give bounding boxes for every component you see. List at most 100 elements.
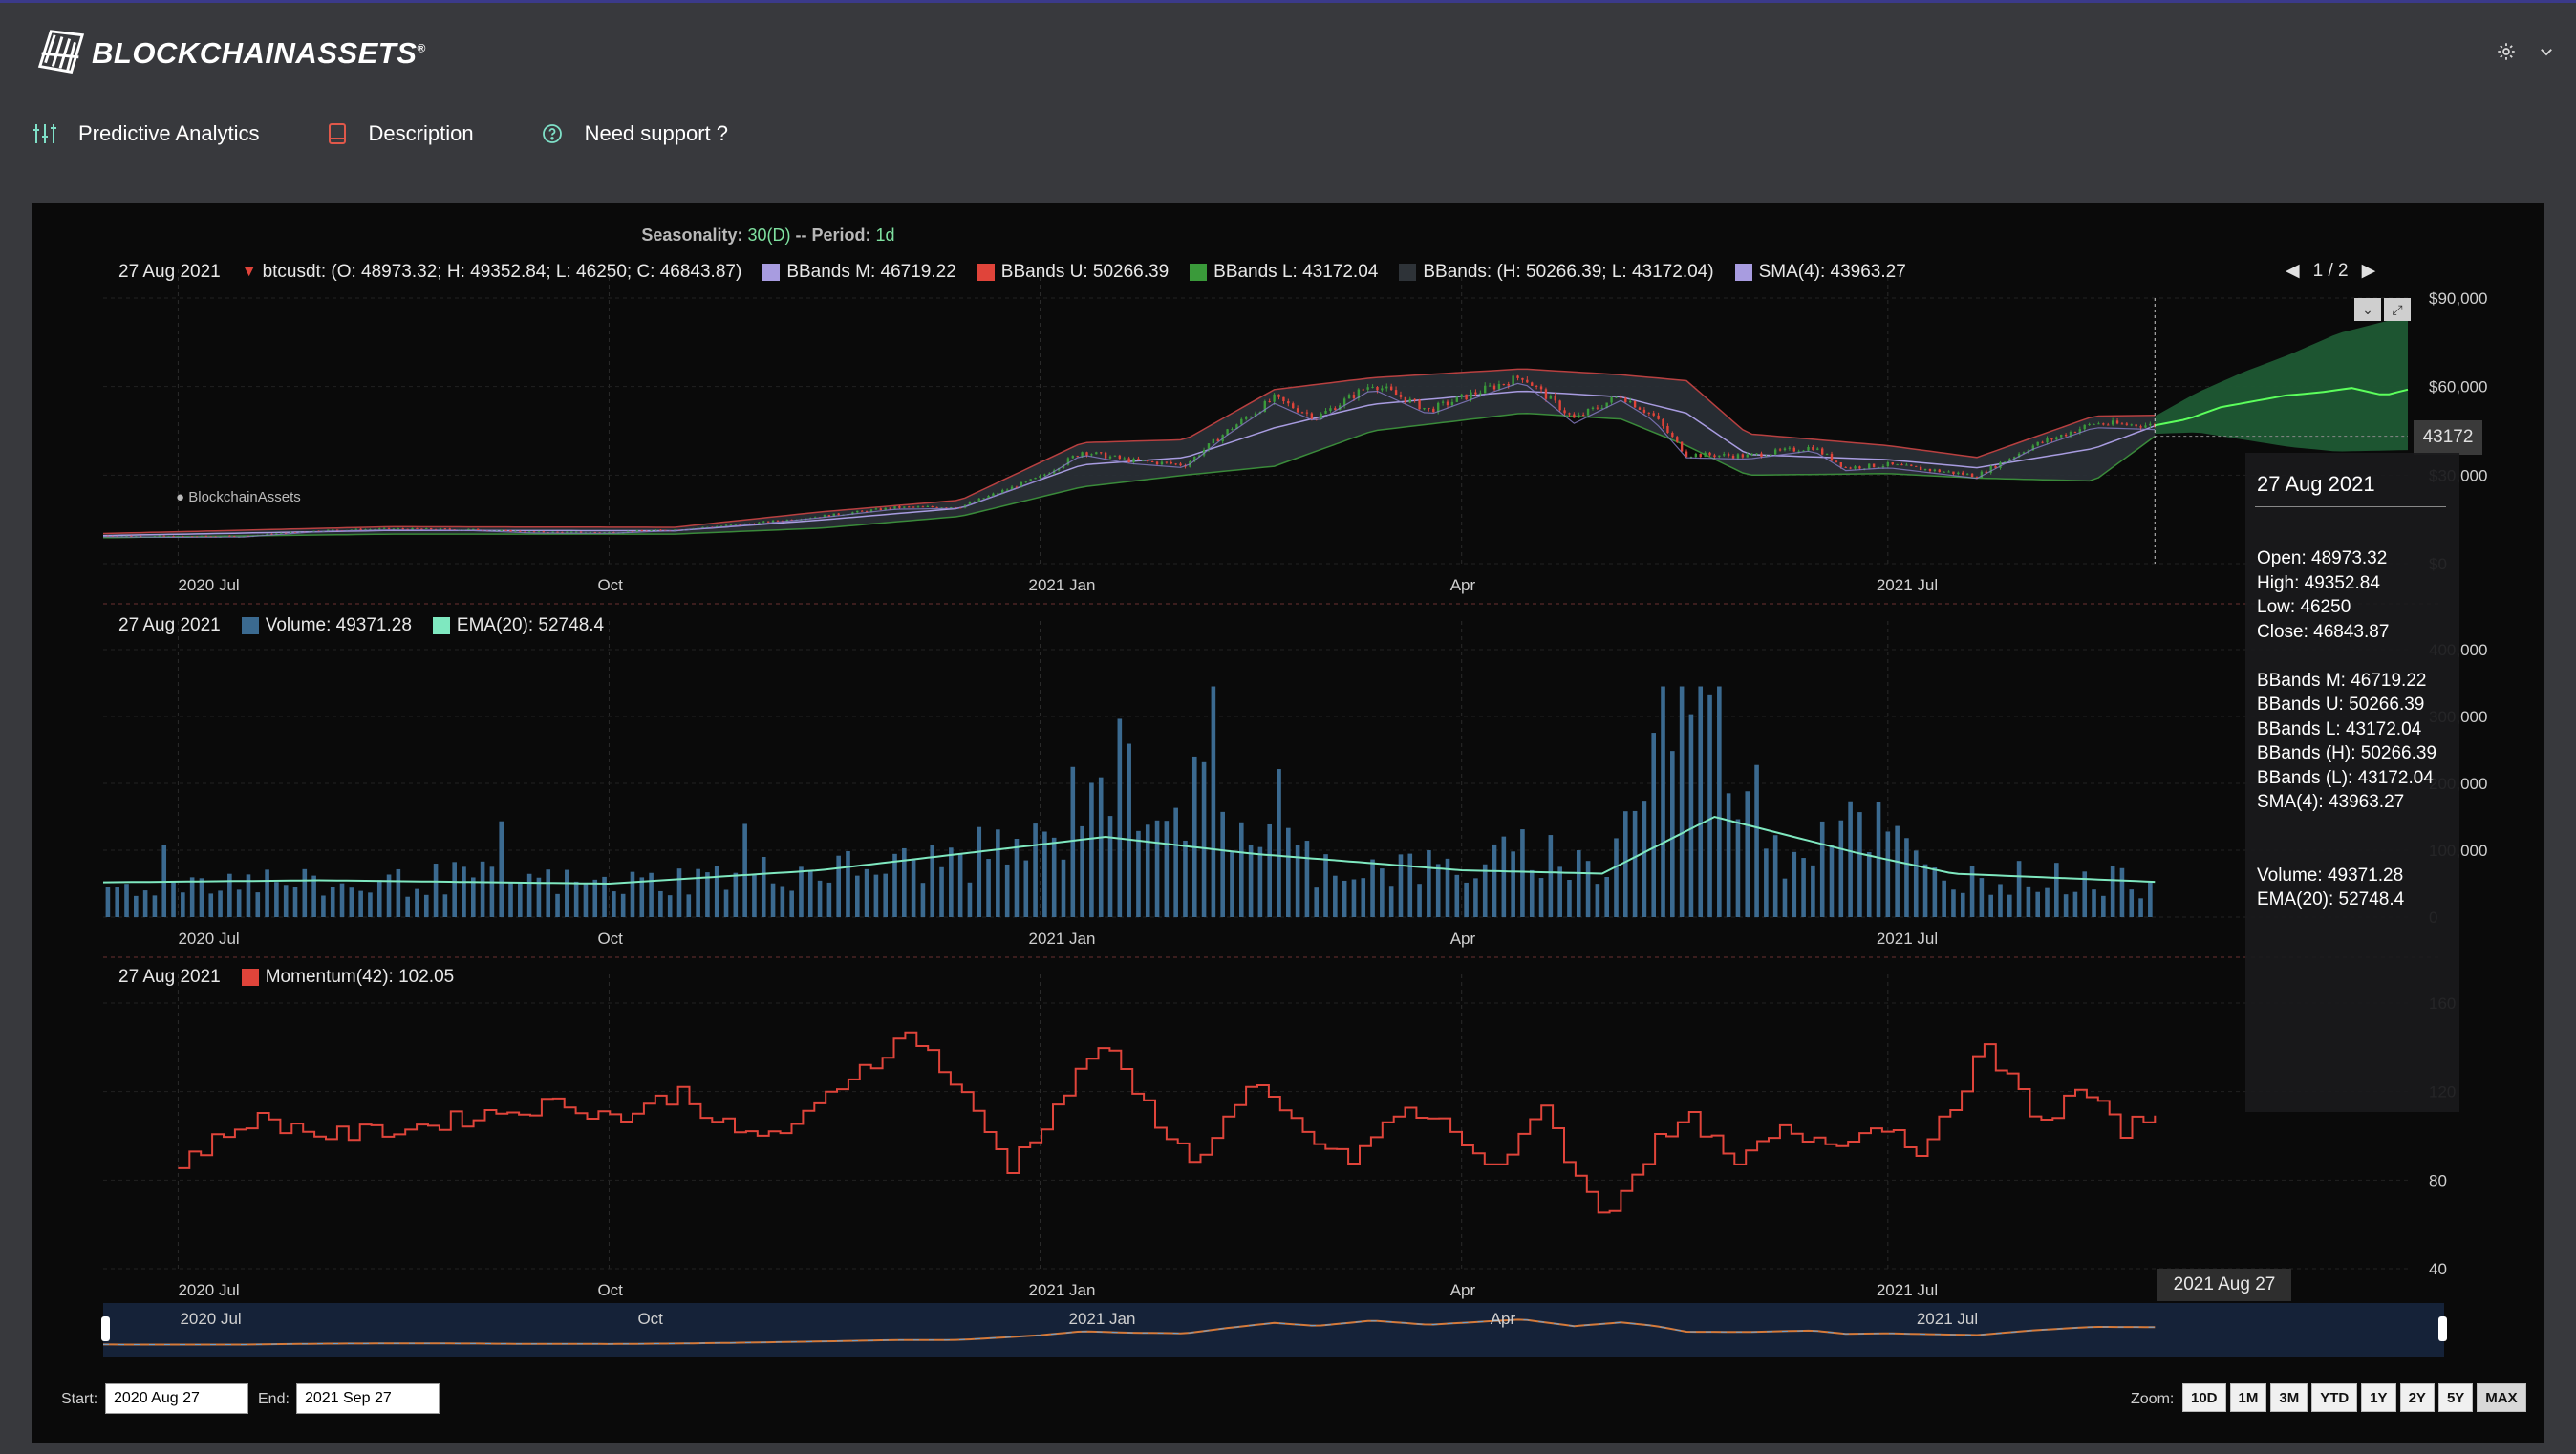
volume-bar bbox=[423, 894, 429, 917]
tooltip-line: EMA(20): 52748.4 bbox=[2257, 889, 2405, 909]
candle-body bbox=[1657, 415, 1660, 419]
candle-body bbox=[1282, 396, 1285, 402]
volume-bar bbox=[939, 866, 944, 917]
candle-body bbox=[1423, 407, 1426, 410]
zoom-10d-button[interactable]: 10D bbox=[2182, 1383, 2226, 1412]
x-tick-label: 2020 Jul bbox=[178, 1281, 239, 1299]
zoom-1y-button[interactable]: 1Y bbox=[2361, 1383, 2396, 1412]
nav-description[interactable]: Description bbox=[327, 121, 474, 146]
candle-body bbox=[1432, 408, 1435, 413]
candle-body bbox=[1872, 463, 1876, 468]
candle-body bbox=[2046, 438, 2049, 443]
end-date-input[interactable]: 2021 Sep 27 bbox=[296, 1383, 440, 1414]
volume-bar bbox=[508, 883, 513, 917]
nav-need-support[interactable]: Need support ? bbox=[541, 121, 728, 146]
candle-body bbox=[1905, 464, 1908, 466]
watermark: ● BlockchainAssets bbox=[176, 489, 301, 505]
candle-body bbox=[1854, 466, 1857, 469]
pager-prev-icon[interactable]: ◀ bbox=[2286, 260, 2300, 282]
chart-canvas[interactable]: $0$30,000$60,000$90,0002020 JulOct2021 J… bbox=[32, 203, 2544, 1443]
logo[interactable]: BLOCKCHAINASSETS® bbox=[32, 26, 426, 81]
volume-bar bbox=[1764, 848, 1769, 917]
expand-icon[interactable]: ⤢ bbox=[2384, 298, 2411, 321]
volume-bar bbox=[573, 881, 579, 917]
volume-bar bbox=[799, 866, 804, 917]
candle-body bbox=[1479, 393, 1482, 395]
help-circle-icon bbox=[542, 124, 562, 143]
volume-bar bbox=[1464, 882, 1469, 917]
start-date-input[interactable]: 2020 Aug 27 bbox=[105, 1383, 248, 1414]
x-tick-label: Oct bbox=[597, 1281, 623, 1299]
x-tick-label: 2021 Jan bbox=[1028, 1281, 1095, 1299]
candle-body bbox=[2088, 424, 2091, 426]
volume-bar bbox=[1772, 835, 1778, 917]
volume-bar bbox=[152, 895, 158, 917]
legend-ema: EMA(20): 52748.4 bbox=[456, 615, 605, 635]
zoom-5y-button[interactable]: 5Y bbox=[2437, 1383, 2474, 1412]
volume-bar bbox=[2129, 889, 2135, 917]
volume-bar bbox=[1520, 829, 1525, 917]
candle-body bbox=[1624, 397, 1627, 403]
y-tick-label: $60,000 bbox=[2429, 378, 2487, 396]
candle-body bbox=[1731, 455, 1735, 459]
candle-body bbox=[1160, 461, 1164, 465]
candle-body bbox=[762, 521, 765, 523]
volume-bar bbox=[2072, 891, 2078, 917]
candle-body bbox=[1671, 432, 1674, 438]
candle-body bbox=[1526, 379, 1529, 383]
volume-bar bbox=[620, 893, 626, 917]
navigator-handle[interactable] bbox=[101, 1316, 110, 1341]
volume-bar bbox=[1745, 791, 1750, 917]
zoom-max-button[interactable]: MAX bbox=[2477, 1383, 2526, 1412]
candle-body bbox=[2055, 437, 2058, 440]
volume-bar bbox=[1286, 827, 1291, 917]
volume-bar bbox=[1191, 756, 1197, 917]
zoom-ytd-button[interactable]: YTD bbox=[2311, 1383, 2358, 1412]
candle-body bbox=[766, 521, 770, 523]
gear-icon[interactable] bbox=[2496, 41, 2517, 62]
sliders-icon bbox=[33, 124, 56, 143]
candle-body bbox=[532, 531, 536, 533]
volume-bar bbox=[1904, 838, 1909, 917]
candle-body bbox=[500, 529, 503, 531]
candle-body bbox=[2144, 425, 2147, 428]
candle-body bbox=[1043, 474, 1046, 476]
navigator-handle[interactable] bbox=[2438, 1316, 2447, 1341]
candle-body bbox=[837, 513, 840, 515]
navigator-x-tick: 2020 Jul bbox=[180, 1310, 241, 1328]
candle-body bbox=[1962, 472, 1964, 475]
tooltip-date: 27 Aug 2021 bbox=[2257, 472, 2375, 496]
volume-bar bbox=[1538, 878, 1544, 917]
zoom-1m-button[interactable]: 1M bbox=[2229, 1383, 2267, 1412]
volume-bar bbox=[1333, 875, 1338, 917]
tooltip-line: Open: 48973.32 bbox=[2257, 548, 2388, 568]
nav-predictive-analytics[interactable]: Predictive Analytics bbox=[32, 121, 260, 146]
candle-body bbox=[1127, 458, 1130, 463]
pager-next-icon[interactable]: ▶ bbox=[2362, 260, 2376, 282]
candle-body bbox=[982, 498, 985, 500]
volume-bar bbox=[733, 872, 739, 917]
tooltip-line: BBands M: 46719.22 bbox=[2257, 670, 2427, 691]
volume-bar bbox=[433, 864, 439, 917]
zoom-3m-button[interactable]: 3M bbox=[2270, 1383, 2308, 1412]
candle-body bbox=[1713, 455, 1716, 458]
candle-body bbox=[1704, 452, 1707, 458]
volume-bar bbox=[1857, 812, 1862, 917]
chevron-down-icon[interactable]: ⌄ bbox=[2354, 298, 2381, 321]
volume-bar bbox=[189, 877, 195, 917]
candle-body bbox=[1531, 382, 1534, 386]
candle-body bbox=[1502, 383, 1506, 385]
candle-body bbox=[1957, 472, 1960, 475]
zoom-2y-button[interactable]: 2Y bbox=[2399, 1383, 2435, 1412]
volume-bar bbox=[583, 882, 589, 917]
candle-body bbox=[537, 531, 541, 533]
candle-body bbox=[1868, 463, 1871, 469]
candle-body bbox=[1578, 415, 1580, 418]
candle-body bbox=[1381, 388, 1384, 391]
candle-body bbox=[921, 506, 925, 508]
candle-body bbox=[228, 535, 231, 537]
chevron-down-icon[interactable] bbox=[2538, 43, 2555, 60]
volume-bar bbox=[1351, 879, 1357, 917]
volume-bar bbox=[1427, 849, 1431, 917]
volume-bar bbox=[2016, 861, 2022, 917]
